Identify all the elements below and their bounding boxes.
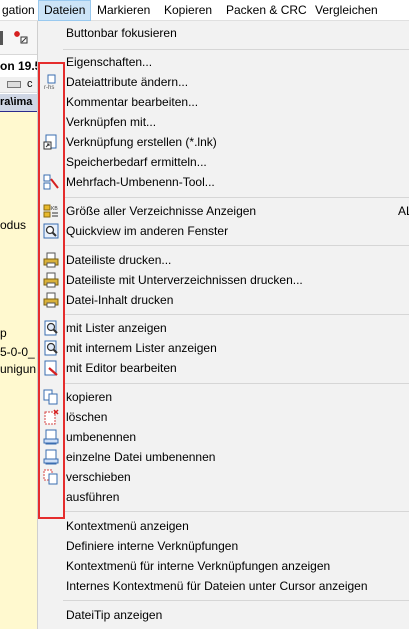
menu-item-label: Dateiliste drucken... (66, 253, 172, 267)
menu-item-label: Datei-Inhalt drucken (66, 293, 174, 307)
menu-kopieren[interactable]: Kopieren (164, 0, 212, 21)
menu-item-delete[interactable]: löschen (38, 407, 409, 427)
menu-item-buttonbar-focus[interactable]: Buttonbar fokusieren (38, 23, 409, 43)
menu-item-label: Mehrfach-Umbenenn-Tool... (66, 175, 215, 189)
menu-item-label: Definiere interne Verknüpfungen (66, 539, 239, 553)
menu-item-multi-rename[interactable]: Mehrfach-Umbenenn-Tool... (38, 172, 409, 192)
menu-item-print-list[interactable]: Dateiliste drucken... (38, 250, 409, 270)
menu-item-label: mit Lister anzeigen (66, 321, 167, 335)
menu-navigation[interactable]: gation (2, 0, 35, 21)
icon-column-highlight (38, 62, 65, 519)
menu-item-properties[interactable]: Eigenschaften... (38, 52, 409, 72)
menu-item-label: umbenennen (66, 430, 137, 444)
menu-packen-crc[interactable]: Packen & CRC (226, 0, 307, 21)
menu-vergleichen[interactable]: Vergleichen (315, 0, 378, 21)
menu-separator (63, 383, 409, 384)
menu-item-label: Buttonbar fokusieren (66, 26, 177, 40)
menu-item-view-internal-lister[interactable]: mit internem Lister anzeigen (38, 338, 409, 358)
menu-item-label: Verknüpfen mit... (66, 115, 157, 129)
menu-item-label: ausführen (66, 490, 120, 504)
menu-separator (63, 314, 409, 315)
menu-item-move[interactable]: verschieben (38, 467, 409, 487)
menu-item-label: löschen (66, 410, 108, 424)
menu-item-copy[interactable]: kopieren (38, 387, 409, 407)
menu-item-label: kopieren (66, 390, 113, 404)
menu-item-quickview[interactable]: Quickview im anderen Fenster (38, 221, 409, 241)
menu-item-show-dir-sizes[interactable]: KB Größe aller Verzeichnisse Anzeigen AL (38, 201, 409, 221)
menu-separator (63, 600, 409, 601)
menu-item-label: Eigenschaften... (66, 55, 153, 69)
menu-item-label: Speicherbedarf ermitteln... (66, 155, 207, 169)
menu-item-label: einzelne Datei umbenennen (66, 450, 216, 464)
menu-item-edit-comment[interactable]: Kommentar bearbeiten... (38, 92, 409, 112)
drive-selector[interactable]: c (0, 77, 37, 93)
toolbar (0, 21, 37, 55)
menu-item-label: Kontextmenü für interne Verknüpfungen an… (66, 559, 331, 573)
list-item[interactable]: 5-0-0_ (0, 345, 35, 359)
menu-item-show-context-menu[interactable]: Kontextmenü anzeigen (38, 516, 409, 536)
toolbar-separator-icon (0, 31, 3, 45)
menu-item-context-internal-assoc[interactable]: Kontextmenü für interne Verknüpfungen an… (38, 556, 409, 576)
drive-letter: c (27, 78, 33, 90)
menu-item-rename[interactable]: umbenennen (38, 427, 409, 447)
drive-icon (7, 81, 21, 88)
menu-item-calc-space[interactable]: Speicherbedarf ermitteln... (38, 152, 409, 172)
menu-item-rename-single[interactable]: einzelne Datei umbenennen (38, 447, 409, 467)
menu-item-link-with[interactable]: Verknüpfen mit... (38, 112, 409, 132)
menu-item-show-filetip[interactable]: DateiTip anzeigen (38, 605, 409, 625)
menu-separator (63, 197, 409, 198)
menu-item-label: DateiTip anzeigen (66, 608, 163, 622)
menu-item-label: Internes Kontextmenü für Dateien unter C… (66, 579, 368, 593)
menu-item-label: Kommentar bearbeiten... (66, 95, 199, 109)
menu-item-internal-context-cursor[interactable]: Internes Kontextmenü für Dateien unter C… (38, 576, 409, 596)
path-bar[interactable]: ra\ima (0, 94, 37, 111)
menu-item-create-shortcut[interactable]: Verknüpfung erstellen (*.lnk) (38, 132, 409, 152)
menu-item-label: Dateiattribute ändern... (66, 75, 189, 89)
menu-item-label: Größe aller Verzeichnisse Anzeigen (66, 204, 257, 218)
dateien-dropdown-menu: Buttonbar fokusieren Eigenschaften... r-… (37, 21, 409, 629)
menu-item-label: Kontextmenü anzeigen (66, 519, 189, 533)
toolbar-tool-icon[interactable] (12, 28, 28, 44)
panel-title: on 19.5 (0, 59, 37, 73)
menu-item-print-list-subdirs[interactable]: Dateiliste mit Unterverzeichnissen druck… (38, 270, 409, 290)
menu-item-change-attributes[interactable]: r-hs Dateiattribute ändern... (38, 72, 409, 92)
menu-item-label: Verknüpfung erstellen (*.lnk) (66, 135, 217, 149)
menu-item-print-content[interactable]: Datei-Inhalt drucken (38, 290, 409, 310)
menu-markieren[interactable]: Markieren (97, 0, 150, 21)
menu-item-label: mit internem Lister anzeigen (66, 341, 217, 355)
list-item[interactable]: odus (0, 218, 26, 232)
menu-item-label: Dateiliste mit Unterverzeichnissen druck… (66, 273, 303, 287)
list-item[interactable]: p (0, 326, 7, 340)
menu-item-define-internal-assoc[interactable]: Definiere interne Verknüpfungen (38, 536, 409, 556)
background-file-panel: on 19.5 c ra\ima odus p 5-0-0_ unigun (0, 21, 37, 629)
menu-separator (63, 511, 409, 512)
menu-item-execute[interactable]: ausführen (38, 487, 409, 507)
menu-item-label: verschieben (66, 470, 131, 484)
menubar: gation Dateien Markieren Kopieren Packen… (0, 0, 409, 21)
menu-item-label: mit Editor bearbeiten (66, 361, 177, 375)
menu-item-edit-with-editor[interactable]: mit Editor bearbeiten (38, 358, 409, 378)
file-list[interactable]: odus p 5-0-0_ unigun (0, 111, 37, 629)
menu-item-label: Quickview im anderen Fenster (66, 224, 229, 238)
menu-item-shortcut: AL (398, 204, 409, 218)
menu-separator (63, 49, 409, 50)
menu-item-view-lister[interactable]: mit Lister anzeigen (38, 318, 409, 338)
list-item[interactable]: unigun (0, 362, 36, 376)
menu-separator (63, 245, 409, 246)
menu-dateien[interactable]: Dateien (38, 0, 91, 21)
